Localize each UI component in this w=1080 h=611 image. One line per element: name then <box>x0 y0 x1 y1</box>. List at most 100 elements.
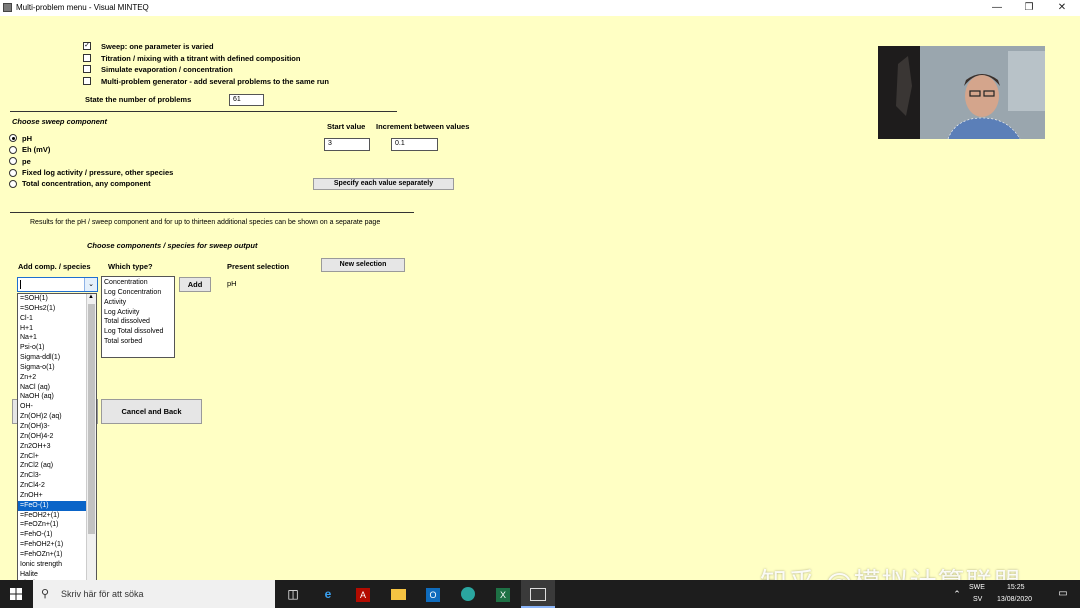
species-list-item[interactable]: NaOH (aq) <box>18 392 86 402</box>
species-list-item[interactable]: ZnOH+ <box>18 491 86 501</box>
species-list-item[interactable]: ZnCl+ <box>18 452 86 462</box>
scrollbar-thumb[interactable] <box>88 304 95 534</box>
increment-input[interactable]: 0.1 <box>391 138 438 151</box>
clock-date[interactable]: 13/08/2020 <box>997 596 1032 603</box>
output-heading: Choose components / species for sweep ou… <box>87 241 258 250</box>
species-list-item[interactable]: Psi-o(1) <box>18 343 86 353</box>
edge-icon[interactable]: e <box>311 580 345 608</box>
species-list-item[interactable]: =FeOH2+(1) <box>18 511 86 521</box>
sweep-heading: Choose sweep component <box>12 117 108 126</box>
sweep-checkbox[interactable]: ✓ <box>83 42 91 50</box>
species-list-item[interactable]: H+1 <box>18 324 86 334</box>
present-selection-value: pH <box>227 279 237 288</box>
species-list-item[interactable]: Zn(OH)2 (aq) <box>18 412 86 422</box>
type-list-item[interactable]: Log Total dissolved <box>102 327 174 337</box>
species-dropdown-list[interactable]: ▲ ▼ =SOH(1)=SOHs2(1)Cl-1H+1Na+1Psi-o(1)S… <box>17 293 97 589</box>
species-list-item[interactable]: Sigma-o(1) <box>18 363 86 373</box>
results-note: Results for the pH / sweep component and… <box>30 219 381 226</box>
type-list-item[interactable]: Log Concentration <box>102 288 174 298</box>
species-list-item[interactable]: Cl-1 <box>18 314 86 324</box>
restore-icon[interactable]: ❐ <box>1013 0 1045 16</box>
main-dialog: ✓ Sweep: one parameter is varied Titrati… <box>0 16 1080 599</box>
species-list-item[interactable]: =SOHs2(1) <box>18 304 86 314</box>
start-value-label: Start value <box>327 122 366 131</box>
species-list-item[interactable]: =FeO-(1) <box>18 500 86 511</box>
close-icon[interactable]: ✕ <box>1046 0 1078 16</box>
clock-time[interactable]: 15:25 <box>1007 584 1025 591</box>
type-list-item[interactable]: Concentration <box>102 278 174 288</box>
species-list-item[interactable]: Ionic strength <box>18 560 86 570</box>
num-problems-label: State the number of problems <box>85 95 192 104</box>
taskbar-search-box[interactable]: ⚲ Skriv här för att söka <box>33 580 275 608</box>
species-list-item[interactable]: Zn(OH)3- <box>18 422 86 432</box>
radio-ph[interactable] <box>9 134 17 142</box>
window-title: Multi-problem menu - Visual MINTEQ <box>16 3 149 12</box>
present-selection-label: Present selection <box>227 262 290 271</box>
num-problems-input[interactable]: 61 <box>229 94 264 106</box>
type-listbox[interactable]: Concentration Log Concentration Activity Lo… <box>101 276 175 358</box>
divider-middle <box>10 212 414 213</box>
divider-top <box>10 111 397 112</box>
species-list-item[interactable]: =FehO-(1) <box>18 530 86 540</box>
app-icon-teal[interactable] <box>451 580 485 608</box>
search-placeholder: Skriv här för att söka <box>61 589 144 599</box>
radio-eh[interactable] <box>9 146 17 154</box>
cancel-back-button[interactable]: Cancel and Back <box>101 399 202 424</box>
chevron-down-icon[interactable]: ⌄ <box>84 278 97 291</box>
minimize-icon[interactable]: — <box>981 0 1013 16</box>
species-list-item[interactable]: OH- <box>18 402 86 412</box>
species-list-item[interactable]: Sigma-ddl(1) <box>18 353 86 363</box>
species-list-item[interactable]: ZnCl4-2 <box>18 481 86 491</box>
acrobat-icon[interactable]: A <box>346 580 380 608</box>
windows-start-icon[interactable] <box>0 580 32 608</box>
species-list-item[interactable]: =FeOZn+(1) <box>18 520 86 530</box>
file-explorer-icon[interactable] <box>381 580 415 608</box>
radio-pe-label: pe <box>22 157 31 166</box>
radio-total-conc-label: Total concentration, any component <box>22 179 151 188</box>
scroll-up-icon[interactable]: ▲ <box>88 294 94 300</box>
type-list-item[interactable]: Log Activity <box>102 308 174 318</box>
task-view-icon[interactable]: ◫ <box>276 580 310 608</box>
species-list-item[interactable]: Na+1 <box>18 333 86 343</box>
radio-total-conc[interactable] <box>9 180 17 188</box>
multi-problem-label: Multi-problem generator - add several pr… <box>101 77 329 86</box>
new-selection-button[interactable]: New selection <box>321 258 405 272</box>
multi-problem-checkbox[interactable] <box>83 77 91 85</box>
type-list-item[interactable]: Total sorbed <box>102 337 174 347</box>
species-combo[interactable]: ⌄ <box>17 277 98 292</box>
outlook-icon[interactable]: O <box>416 580 450 608</box>
species-list-item[interactable]: Zn(OH)4-2 <box>18 432 86 442</box>
species-list-item[interactable]: NaCl (aq) <box>18 383 86 393</box>
titration-label: Titration / mixing with a titrant with d… <box>101 54 301 63</box>
titration-checkbox[interactable] <box>83 54 91 62</box>
notifications-icon[interactable]: ▭ <box>1046 580 1080 608</box>
add-button[interactable]: Add <box>179 277 211 292</box>
radio-pe[interactable] <box>9 157 17 165</box>
language-code[interactable]: SWE <box>969 584 985 591</box>
add-species-label: Add comp. / species <box>18 262 91 271</box>
species-list-item[interactable]: Halite <box>18 570 86 580</box>
search-icon: ⚲ <box>41 588 50 600</box>
species-list-item[interactable]: ZnCl3- <box>18 471 86 481</box>
species-list-item[interactable]: ZnCl2 (aq) <box>18 461 86 471</box>
species-list-item[interactable]: =FehOZn+(1) <box>18 550 86 560</box>
species-list-item[interactable]: Zn+2 <box>18 373 86 383</box>
type-list-item[interactable]: Total dissolved <box>102 317 174 327</box>
language-code-2[interactable]: SV <box>973 596 982 603</box>
radio-ph-label: pH <box>22 134 32 143</box>
which-type-label: Which type? <box>108 262 153 271</box>
visual-minteq-taskbar-icon[interactable] <box>521 580 555 608</box>
type-list-item[interactable]: Activity <box>102 298 174 308</box>
start-value-input[interactable]: 3 <box>324 138 370 151</box>
specify-values-button[interactable]: Specify each value separately <box>313 178 454 190</box>
dropdown-scrollbar[interactable]: ▲ ▼ <box>86 294 96 588</box>
radio-eh-label: Eh (mV) <box>22 145 51 154</box>
species-list-item[interactable]: =SOH(1) <box>18 294 86 304</box>
evaporation-checkbox[interactable] <box>83 65 91 73</box>
excel-icon[interactable]: X <box>486 580 520 608</box>
radio-log-activity[interactable] <box>9 169 17 177</box>
species-list-item[interactable]: Zn2OH+3 <box>18 442 86 452</box>
species-list-item[interactable]: =FehOH2+(1) <box>18 540 86 550</box>
tray-chevron-icon[interactable]: ⌃ <box>950 580 964 608</box>
sweep-label: Sweep: one parameter is varied <box>101 42 214 51</box>
